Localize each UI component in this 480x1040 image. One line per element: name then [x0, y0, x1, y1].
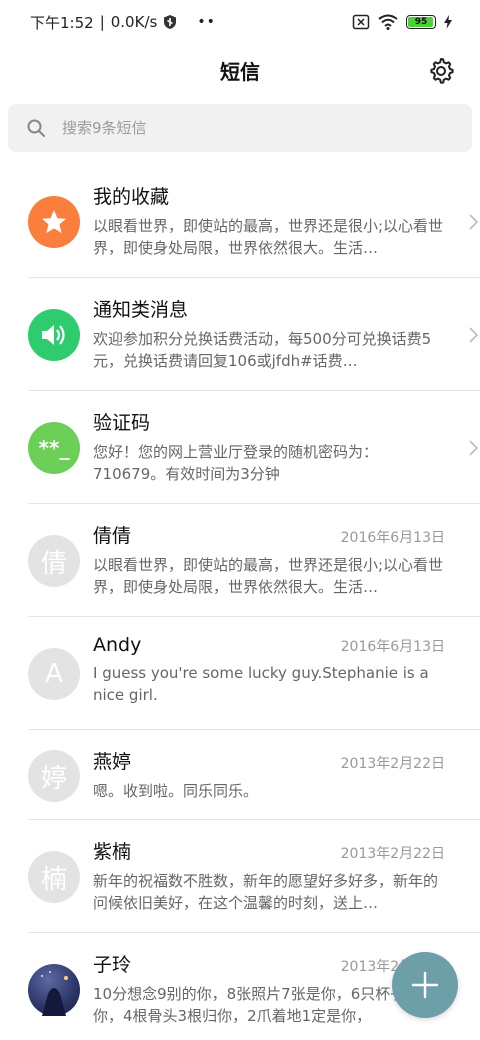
- conversation-item[interactable]: 倩 倩倩 2016年6月13日 以眼看世界，即使站的最高，世界还是很小;以心看世…: [28, 504, 480, 617]
- avatar-initial: 楠: [40, 864, 67, 895]
- conversation-item[interactable]: 婷 燕婷 2013年2月22日 嗯。收到啦。同乐同乐。: [28, 730, 480, 820]
- conversation-name: 燕婷: [93, 751, 132, 773]
- conversation-item[interactable]: 楠 紫楠 2013年2月22日 新年的祝福数不胜数，新年的愿望好多好多，新年的问…: [28, 820, 480, 933]
- conversation-content: 通知类消息 欢迎参加积分兑换话费活动，每500分可兑换话费5元，兑换话费请回复1…: [93, 295, 445, 372]
- star-icon: [42, 210, 66, 233]
- conversation-content: Andy 2016年6月13日 I guess you're some luck…: [93, 634, 445, 706]
- avatar-initial: A: [45, 659, 63, 689]
- network-speed: 0.0K/s: [110, 13, 158, 31]
- search-input[interactable]: [62, 119, 442, 137]
- conversation-name: 子玲: [93, 954, 132, 976]
- conversation-date: 2016年6月13日: [340, 530, 445, 546]
- conversation-content: 燕婷 2013年2月22日 嗯。收到啦。同乐同乐。: [93, 747, 445, 802]
- conversation-content: 我的收藏 以眼看世界，即使站的最高，世界还是很小;以心看世界，即使身处局限，世界…: [93, 182, 445, 259]
- contact-avatar: 楠: [28, 851, 80, 903]
- contact-avatar: 婷: [28, 750, 80, 802]
- conversation-preview: 以眼看世界，即使站的最高，世界还是很小;以心看世界，即使身处局限，世界依然很大。…: [93, 217, 444, 257]
- notification-avatar: [28, 309, 80, 361]
- status-bar: 下午1:52 | 0.0K/s •• 95: [0, 0, 480, 44]
- status-separator: |: [99, 13, 105, 31]
- gear-icon: [430, 58, 454, 84]
- page-title: 短信: [220, 59, 260, 84]
- avatar-initial: 婷: [40, 763, 67, 794]
- status-time: 下午1:52: [30, 13, 94, 32]
- verification-code-icon: **_: [38, 436, 70, 460]
- conversation-item[interactable]: A Andy 2016年6月13日 I guess you're some lu…: [28, 617, 480, 730]
- conversation-date: 2013年2月22日: [340, 846, 445, 862]
- battery-level: 95: [414, 17, 428, 27]
- charging-icon: [444, 15, 452, 29]
- conversation-name: 通知类消息: [93, 299, 189, 321]
- title-bar: 短信: [0, 44, 480, 96]
- conversation-preview: 您好！您的网上营业厅登录的随机密码为：710679。有效时间为3分钟: [93, 443, 379, 483]
- verification-avatar: **_: [28, 422, 80, 474]
- contact-avatar: A: [28, 648, 80, 700]
- conversation-list: 我的收藏 以眼看世界，即使站的最高，世界还是很小;以心看世界，即使身处局限，世界…: [0, 165, 480, 1040]
- conversation-preview: I guess you're some lucky guy.Stephanie …: [93, 664, 429, 704]
- conversation-content: 倩倩 2016年6月13日 以眼看世界，即使站的最高，世界还是很小;以心看世界，…: [93, 521, 445, 598]
- conversation-date: 2016年6月13日: [340, 639, 445, 655]
- search-icon: [27, 119, 45, 137]
- sim-off-icon: [352, 14, 370, 30]
- conversation-name: 紫楠: [93, 841, 132, 863]
- conversation-item[interactable]: 通知类消息 欢迎参加积分兑换话费活动，每500分可兑换话费5元，兑换话费请回复1…: [28, 278, 480, 391]
- settings-button[interactable]: [426, 56, 456, 86]
- contact-photo-avatar: [28, 964, 80, 1016]
- contact-avatar: 倩: [28, 535, 80, 587]
- conversation-preview: 新年的祝福数不胜数，新年的愿望好多好多，新年的问候依旧美好，在这个温馨的时刻，送…: [93, 872, 439, 912]
- conversation-preview: 嗯。收到啦。同乐同乐。: [93, 782, 259, 800]
- avatar-initial: 倩: [40, 548, 67, 579]
- speaker-icon: [42, 325, 65, 345]
- favorites-avatar: [28, 196, 80, 248]
- conversation-preview: 以眼看世界，即使站的最高，世界还是很小;以心看世界，即使身处局限，世界依然很大。…: [93, 556, 444, 596]
- conversation-name: 验证码: [93, 412, 151, 434]
- plus-icon: [411, 971, 439, 999]
- conversation-content: 验证码 您好！您的网上营业厅登录的随机密码为：710679。有效时间为3分钟: [93, 408, 445, 485]
- conversation-name: 我的收藏: [93, 186, 170, 208]
- conversation-preview: 欢迎参加积分兑换话费活动，每500分可兑换话费5元，兑换话费请回复106或jfd…: [93, 330, 432, 370]
- shield-icon: [164, 15, 177, 29]
- conversation-date: 2013年2月22日: [340, 756, 445, 772]
- conversation-item[interactable]: 我的收藏 以眼看世界，即使站的最高，世界还是很小;以心看世界，即使身处局限，世界…: [28, 165, 480, 278]
- chevron-right-icon: [469, 327, 479, 343]
- conversation-item[interactable]: **_ 验证码 您好！您的网上营业厅登录的随机密码为：710679。有效时间为3…: [28, 391, 480, 504]
- wifi-icon: [378, 14, 398, 30]
- status-dots: ••: [197, 14, 216, 30]
- new-message-button[interactable]: [392, 952, 458, 1018]
- chevron-right-icon: [469, 440, 479, 456]
- conversation-name: Andy: [93, 634, 142, 656]
- photo-avatar-image: [41, 971, 68, 1016]
- search-box[interactable]: [8, 104, 472, 152]
- status-right: 95: [352, 14, 452, 30]
- conversation-content: 紫楠 2013年2月22日 新年的祝福数不胜数，新年的愿望好多好多，新年的问候依…: [93, 837, 445, 914]
- battery-icon: 95: [406, 15, 436, 29]
- conversation-name: 倩倩: [93, 525, 132, 547]
- chevron-right-icon: [469, 214, 479, 230]
- status-left: 下午1:52 | 0.0K/s ••: [30, 12, 216, 33]
